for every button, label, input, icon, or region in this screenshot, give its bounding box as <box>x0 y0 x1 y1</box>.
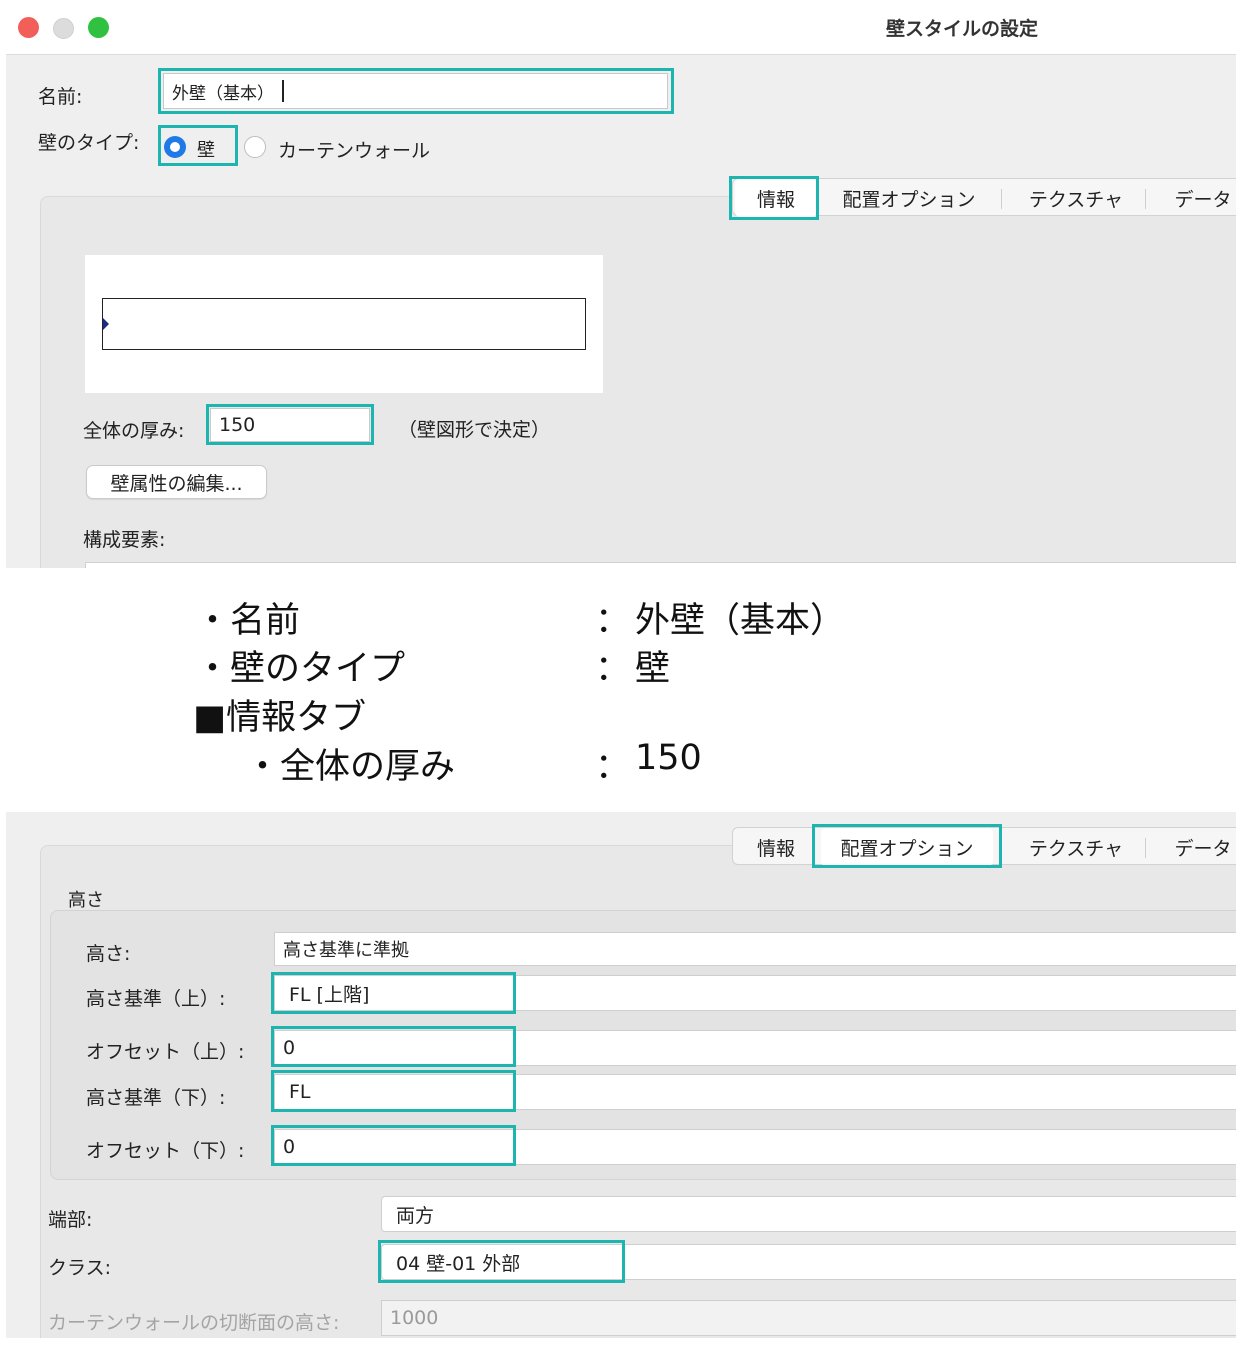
name-label: 名前: <box>38 86 83 108</box>
tab-data[interactable]: データ <box>1153 179 1236 217</box>
wall-direction-marker <box>103 318 109 330</box>
highlight-name <box>158 68 674 114</box>
height-group-label: 高さ <box>68 890 104 911</box>
summary-value-thickness: 150 <box>635 738 702 778</box>
tab-placement-options[interactable]: 配置オプション <box>827 179 991 217</box>
highlight-placement-tab <box>812 824 1002 868</box>
wall-preview-shape <box>102 298 586 350</box>
end-select[interactable]: 両方 <box>381 1196 1236 1232</box>
thickness-note: （壁図形で決定） <box>398 419 551 441</box>
radio-curtain-wall[interactable] <box>244 136 266 158</box>
summary-label-wall-type: ・壁のタイプ <box>195 649 406 689</box>
class-label: クラス: <box>48 1257 112 1279</box>
tab-info-2[interactable]: 情報 <box>735 828 817 866</box>
highlight-offset-bottom <box>271 1125 516 1166</box>
zoom-window-button[interactable] <box>88 17 109 38</box>
summary-value-name: 外壁（基本） <box>635 601 846 641</box>
radio-curtain-wall-label: カーテンウォール <box>278 140 431 162</box>
curtain-cut-height-input: 1000 <box>381 1300 1236 1336</box>
summary-value-wall-type: 壁 <box>635 649 671 689</box>
highlight-class <box>378 1240 625 1283</box>
title-bar: 壁スタイルの設定 <box>6 0 1236 55</box>
edit-wall-attributes-button[interactable]: 壁属性の編集... <box>86 465 267 499</box>
components-label: 構成要素: <box>83 529 166 551</box>
highlight-info-tab <box>729 176 819 220</box>
height-ref-top-label: 高さ基準（上）: <box>86 988 226 1010</box>
close-window-button[interactable] <box>18 17 39 38</box>
summary-sep-thickness: ： <box>595 747 631 787</box>
highlight-wall-type <box>158 125 238 166</box>
summary-label-thickness: ・全体の厚み <box>245 747 456 787</box>
highlight-thickness <box>206 404 374 445</box>
window-title: 壁スタイルの設定 <box>886 18 1039 40</box>
summary-label-name: ・名前 <box>195 601 301 641</box>
height-label: 高さ: <box>86 943 131 965</box>
tab-texture[interactable]: テクスチャ <box>1011 179 1141 217</box>
minimize-window-button[interactable] <box>53 18 74 39</box>
offset-bottom-label: オフセット（下）: <box>86 1140 245 1162</box>
highlight-height-ref-top <box>271 972 516 1014</box>
tab-texture-2[interactable]: テクスチャ <box>1011 828 1141 866</box>
height-ref-bottom-label: 高さ基準（下）: <box>86 1087 226 1109</box>
highlight-offset-top <box>271 1026 516 1067</box>
height-select[interactable]: 高さ基準に準拠 <box>274 932 1236 966</box>
thickness-label: 全体の厚み: <box>83 420 185 442</box>
components-list[interactable] <box>85 562 1236 568</box>
summary-sep-name: ： <box>595 601 631 641</box>
highlight-height-ref-bottom <box>271 1070 516 1112</box>
curtain-cut-height-label: カーテンウォールの切断面の高さ: <box>48 1312 340 1334</box>
summary-sep-wall-type: ： <box>595 649 631 689</box>
end-label: 端部: <box>48 1209 93 1231</box>
wall-type-label: 壁のタイプ: <box>38 132 140 154</box>
summary-heading-info-tab: ■情報タブ <box>193 698 367 738</box>
tab-data-2[interactable]: データ <box>1153 828 1236 866</box>
offset-top-label: オフセット（上）: <box>86 1041 245 1063</box>
